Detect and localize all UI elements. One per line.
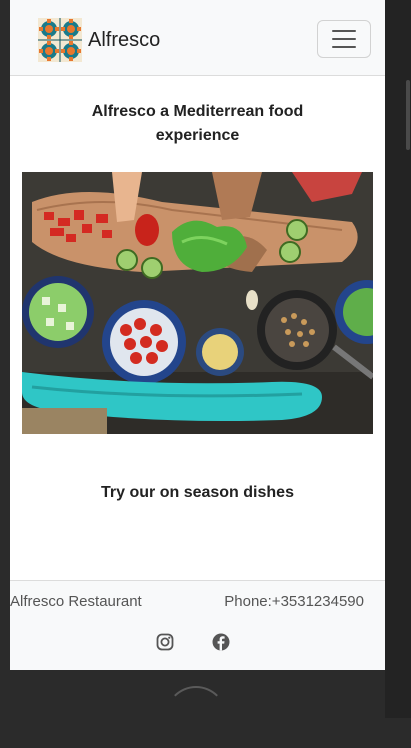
navbar: Alfresco: [10, 0, 385, 76]
browser-scrollbar-thumb[interactable]: [406, 80, 410, 150]
brand-name: Alfresco: [88, 28, 161, 51]
phone-number: Phone:+3531234590: [224, 593, 364, 610]
hero-food-image: [22, 172, 373, 434]
facebook-icon[interactable]: [212, 633, 230, 651]
dishes-heading: Try our on season dishes: [101, 484, 294, 501]
restaurant-name: Alfresco Restaurant: [10, 593, 142, 610]
navbar-brand[interactable]: Alfresco: [38, 17, 160, 63]
tile-logo-icon: [38, 18, 82, 62]
hamburger-menu-icon: [332, 30, 356, 48]
headline: Alfresco a Mediterrean food experience: [91, 103, 304, 144]
footer: Alfresco Restaurant Phone:+3531234590: [10, 580, 385, 670]
navbar-toggle-button[interactable]: [317, 20, 371, 58]
instagram-icon[interactable]: [156, 633, 174, 651]
page-viewport: Alfresco Alfresco a Mediterrean food exp…: [10, 0, 385, 670]
loading-spinner: [165, 686, 227, 748]
